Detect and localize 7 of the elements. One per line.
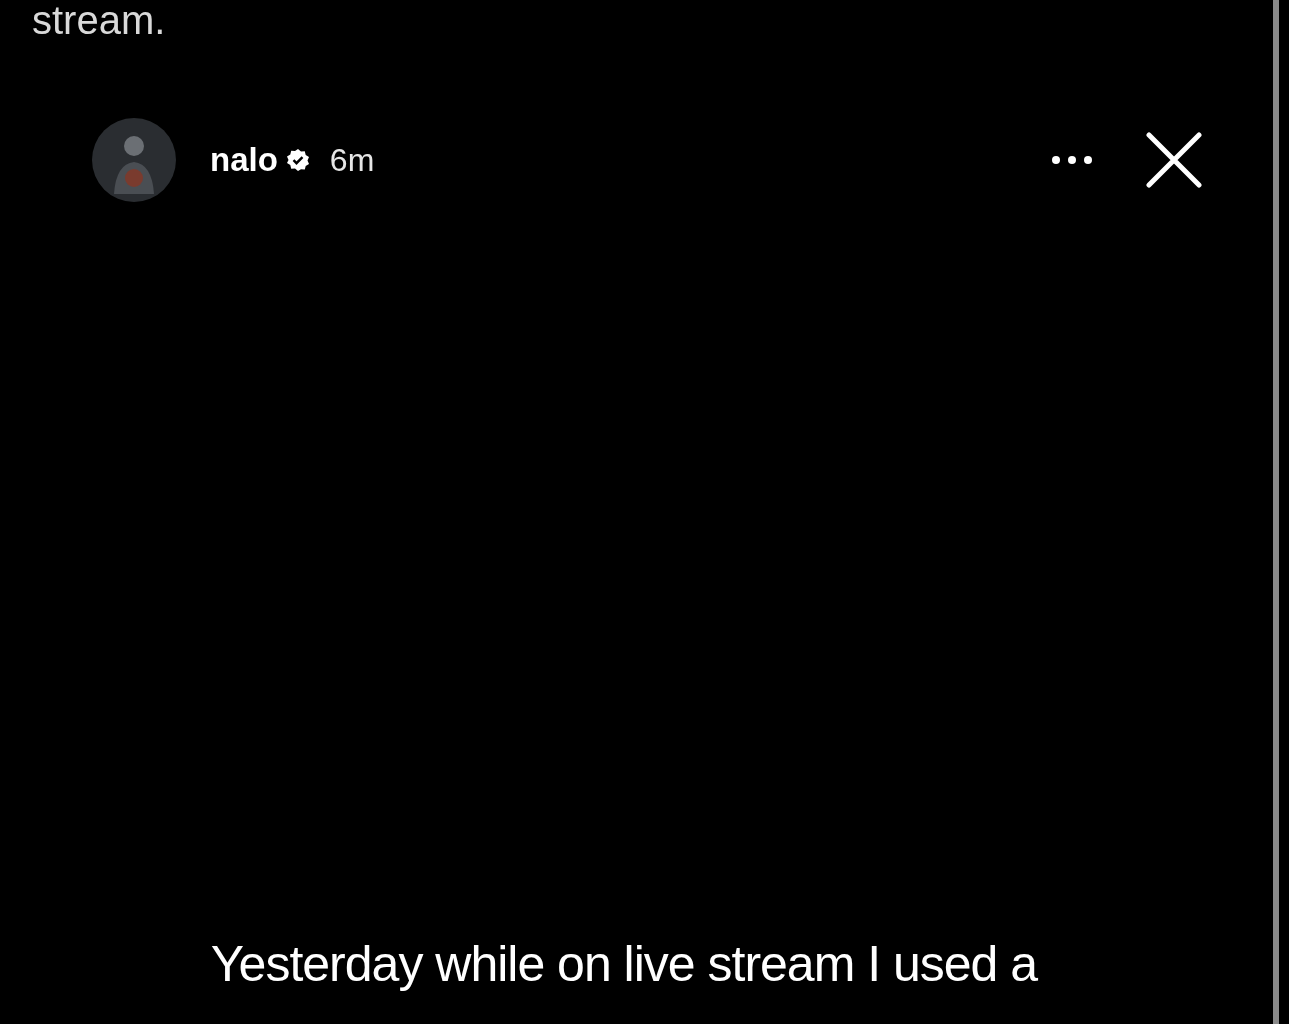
- post-time: 6m: [329, 141, 375, 180]
- story-caption: Yesterday while on live stream I used a: [210, 935, 1038, 994]
- post-text: stream.: [32, 0, 166, 42]
- avatar[interactable]: [92, 118, 176, 202]
- username[interactable]: nalo: [210, 135, 278, 185]
- scrollbar[interactable]: [1273, 0, 1279, 1024]
- close-icon[interactable]: [1146, 132, 1202, 188]
